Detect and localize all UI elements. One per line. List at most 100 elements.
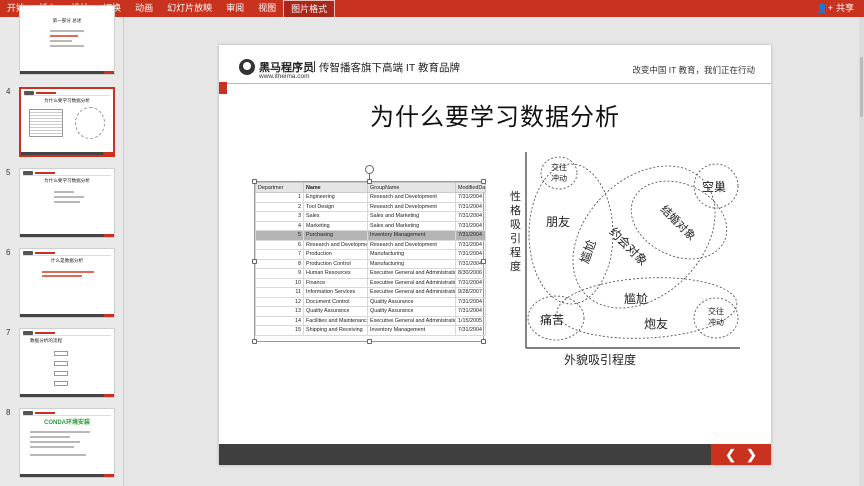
grid-row[interactable]: 12 Document Control Quality Assurance 7/31/…	[255, 296, 486, 307]
grid-row[interactable]: 9 Human Resources Executive General and Ad…	[255, 268, 486, 279]
resize-handle[interactable]	[252, 259, 257, 264]
grid-cell: Quality Assurance	[303, 306, 368, 317]
label-spare: 空巢	[702, 180, 726, 194]
grid-cell: 5	[255, 230, 304, 241]
slide-thumbnail[interactable]: CONDA环境安装	[19, 408, 115, 478]
grid-cell: 7/31/2004	[455, 249, 486, 260]
ribbon-tab-bar: 开始 插入 设计 切换 动画 幻灯片放映 审阅 视图 图片格式 👤+ 共享	[0, 0, 864, 17]
grid-cell: 10	[255, 277, 304, 288]
label-pain: 痛苦	[540, 312, 564, 327]
tab-view[interactable]: 视图	[251, 0, 283, 17]
grid-cell: 2	[255, 201, 304, 212]
tab-picture-format[interactable]: 图片格式	[283, 0, 336, 17]
grid-cell: 7/31/2004	[455, 277, 486, 288]
resize-handle[interactable]	[481, 339, 486, 344]
resize-handle[interactable]	[252, 339, 257, 344]
thumbnail-text-line	[54, 201, 80, 203]
grid-row[interactable]: 10 Finance Executive General and Administr…	[255, 277, 486, 288]
thumbnail-table-image	[29, 109, 63, 137]
grid-cell: 15	[255, 325, 304, 336]
resize-handle[interactable]	[367, 179, 372, 184]
grid-row[interactable]: 2 Tool Design Research and Development 7/31…	[255, 201, 486, 212]
add-person-icon: 👤+	[816, 3, 833, 13]
label-impulse-bottom-line2: 冲动	[708, 317, 724, 327]
y-axis-char: 性	[510, 189, 521, 203]
thumbnail-text-line	[54, 196, 84, 198]
grid-row[interactable]: 6 Research and Development Research and De…	[255, 239, 486, 250]
next-arrow-icon[interactable]: ❯	[746, 447, 757, 463]
grid-row[interactable]: 11 Information Services Executive General …	[255, 287, 486, 298]
grid-cell: 7/31/2004	[455, 296, 486, 307]
slide-thumbnail-selected[interactable]: 为什么要学习数据分析	[19, 87, 115, 157]
grid-row[interactable]: 3 Sales Sales and Marketing 7/31/2004	[255, 211, 486, 222]
grid-cell: Research and Development	[367, 201, 456, 212]
prev-arrow-icon[interactable]: ❮	[725, 447, 736, 463]
grid-cell: 8	[255, 258, 304, 269]
thumbnail-title: 第一部分 总述	[52, 18, 82, 23]
grid-row[interactable]: 8 Production Control Manufacturing 7/31/200…	[255, 258, 486, 269]
slogan: 改变中国 IT 教育，我们正在行动	[632, 65, 755, 75]
thumbnail-title: 为什么要学习数据分析	[44, 178, 90, 183]
thumbnail-title: 什么是数据分析	[50, 258, 84, 263]
tab-review[interactable]: 审阅	[219, 0, 251, 17]
resize-handle[interactable]	[252, 179, 257, 184]
thumbnail-text-line	[50, 30, 84, 32]
thumbnail-header	[23, 171, 111, 176]
thumbnail-text-line	[54, 191, 74, 193]
grid-cell: Executive General and Administration	[367, 287, 456, 298]
data-grid-image[interactable]: Departmer Name GroupName ModifiedDa 1 Eng…	[252, 179, 486, 344]
thumbnail-row: 第一部分 总述	[0, 5, 124, 80]
grid-header: GroupName	[367, 182, 456, 193]
grid-row[interactable]: 1 Engineering Research and Development 7/31…	[255, 192, 486, 203]
thumbnail-header	[23, 411, 111, 416]
thumbnail-text-line	[30, 431, 90, 433]
vertical-scrollbar[interactable]	[859, 17, 864, 486]
resize-handle[interactable]	[481, 179, 486, 184]
tab-slideshow[interactable]: 幻灯片放映	[160, 0, 219, 17]
label-fwb: 炮友	[644, 317, 668, 331]
label-impulse-top-line2: 冲动	[551, 173, 567, 183]
thumbnail-flow-box	[54, 371, 68, 376]
x-axis-label: 外貌吸引程度	[564, 352, 636, 367]
grid-row[interactable]: 13 Quality Assurance Quality Assurance 7/31…	[255, 306, 486, 317]
thumbnail-title: CONDA环境安装	[44, 420, 90, 426]
share-button[interactable]: 👤+ 共享	[817, 0, 864, 17]
grid-header: Departmer	[255, 182, 304, 193]
current-slide[interactable]: 黑马程序员 www.itheima.com 传智播客旗下高端 IT 教育品牌 改…	[219, 45, 771, 465]
grid-row[interactable]: 7 Production Manufacturing 7/31/2004	[255, 249, 486, 260]
rotate-handle[interactable]	[365, 165, 374, 174]
grid-cell: 7/31/2004	[455, 306, 486, 317]
grid-cell: Engineering	[303, 192, 368, 203]
grid-cell: Production Control	[303, 258, 368, 269]
grid-row[interactable]: 14 Facilities and Maintenance Executive Ge…	[255, 315, 486, 326]
grid-cell: 14	[255, 315, 304, 326]
slide-number: 6	[6, 248, 11, 257]
tab-animations[interactable]: 动画	[128, 0, 160, 17]
grid-cell: Document Control	[303, 296, 368, 307]
slide-thumbnail[interactable]: 数据分析的流程	[19, 328, 115, 398]
resize-handle[interactable]	[367, 339, 372, 344]
share-label: 共享	[835, 3, 854, 13]
thumbnail-footer	[20, 71, 114, 74]
resize-handle[interactable]	[481, 259, 486, 264]
slide-title[interactable]: 为什么要学习数据分析	[219, 97, 771, 132]
slide-thumbnail[interactable]: 第一部分 总述	[19, 5, 115, 75]
grid-cell: Production	[303, 249, 368, 260]
grid-cell: Inventory Management	[367, 325, 456, 336]
brand-logo-icon	[239, 59, 255, 75]
grid-cell: Executive General and Administration	[367, 277, 456, 288]
grid-cell: 7/31/2004	[455, 239, 486, 250]
thumbnail-footer	[21, 152, 113, 155]
thumbnail-header	[23, 331, 111, 336]
grid-cell: Research and Development	[303, 239, 368, 250]
grid-row[interactable]: 4 Marketing Sales and Marketing 7/31/2004	[255, 220, 486, 231]
grid-row[interactable]: 15 Shipping and Receiving Inventory Manage…	[255, 325, 486, 336]
slide-thumbnail[interactable]: 什么是数据分析	[19, 248, 115, 318]
grid-row[interactable]: 5 Purchasing Inventory Management 7/31/2004	[255, 230, 486, 241]
grid-cell: Purchasing	[303, 230, 368, 241]
venn-diagram-image[interactable]: 性格吸引程度 外貌吸引程度 交往 冲动 朋友 尴尬 约会对象 结婚对象 空巢 尴…	[504, 148, 744, 370]
thumbnail-footer	[20, 234, 114, 237]
slide-thumbnail[interactable]: 为什么要学习数据分析	[19, 168, 115, 238]
scrollbar-thumb[interactable]	[860, 57, 863, 117]
thumbnail-text-line	[50, 40, 72, 42]
